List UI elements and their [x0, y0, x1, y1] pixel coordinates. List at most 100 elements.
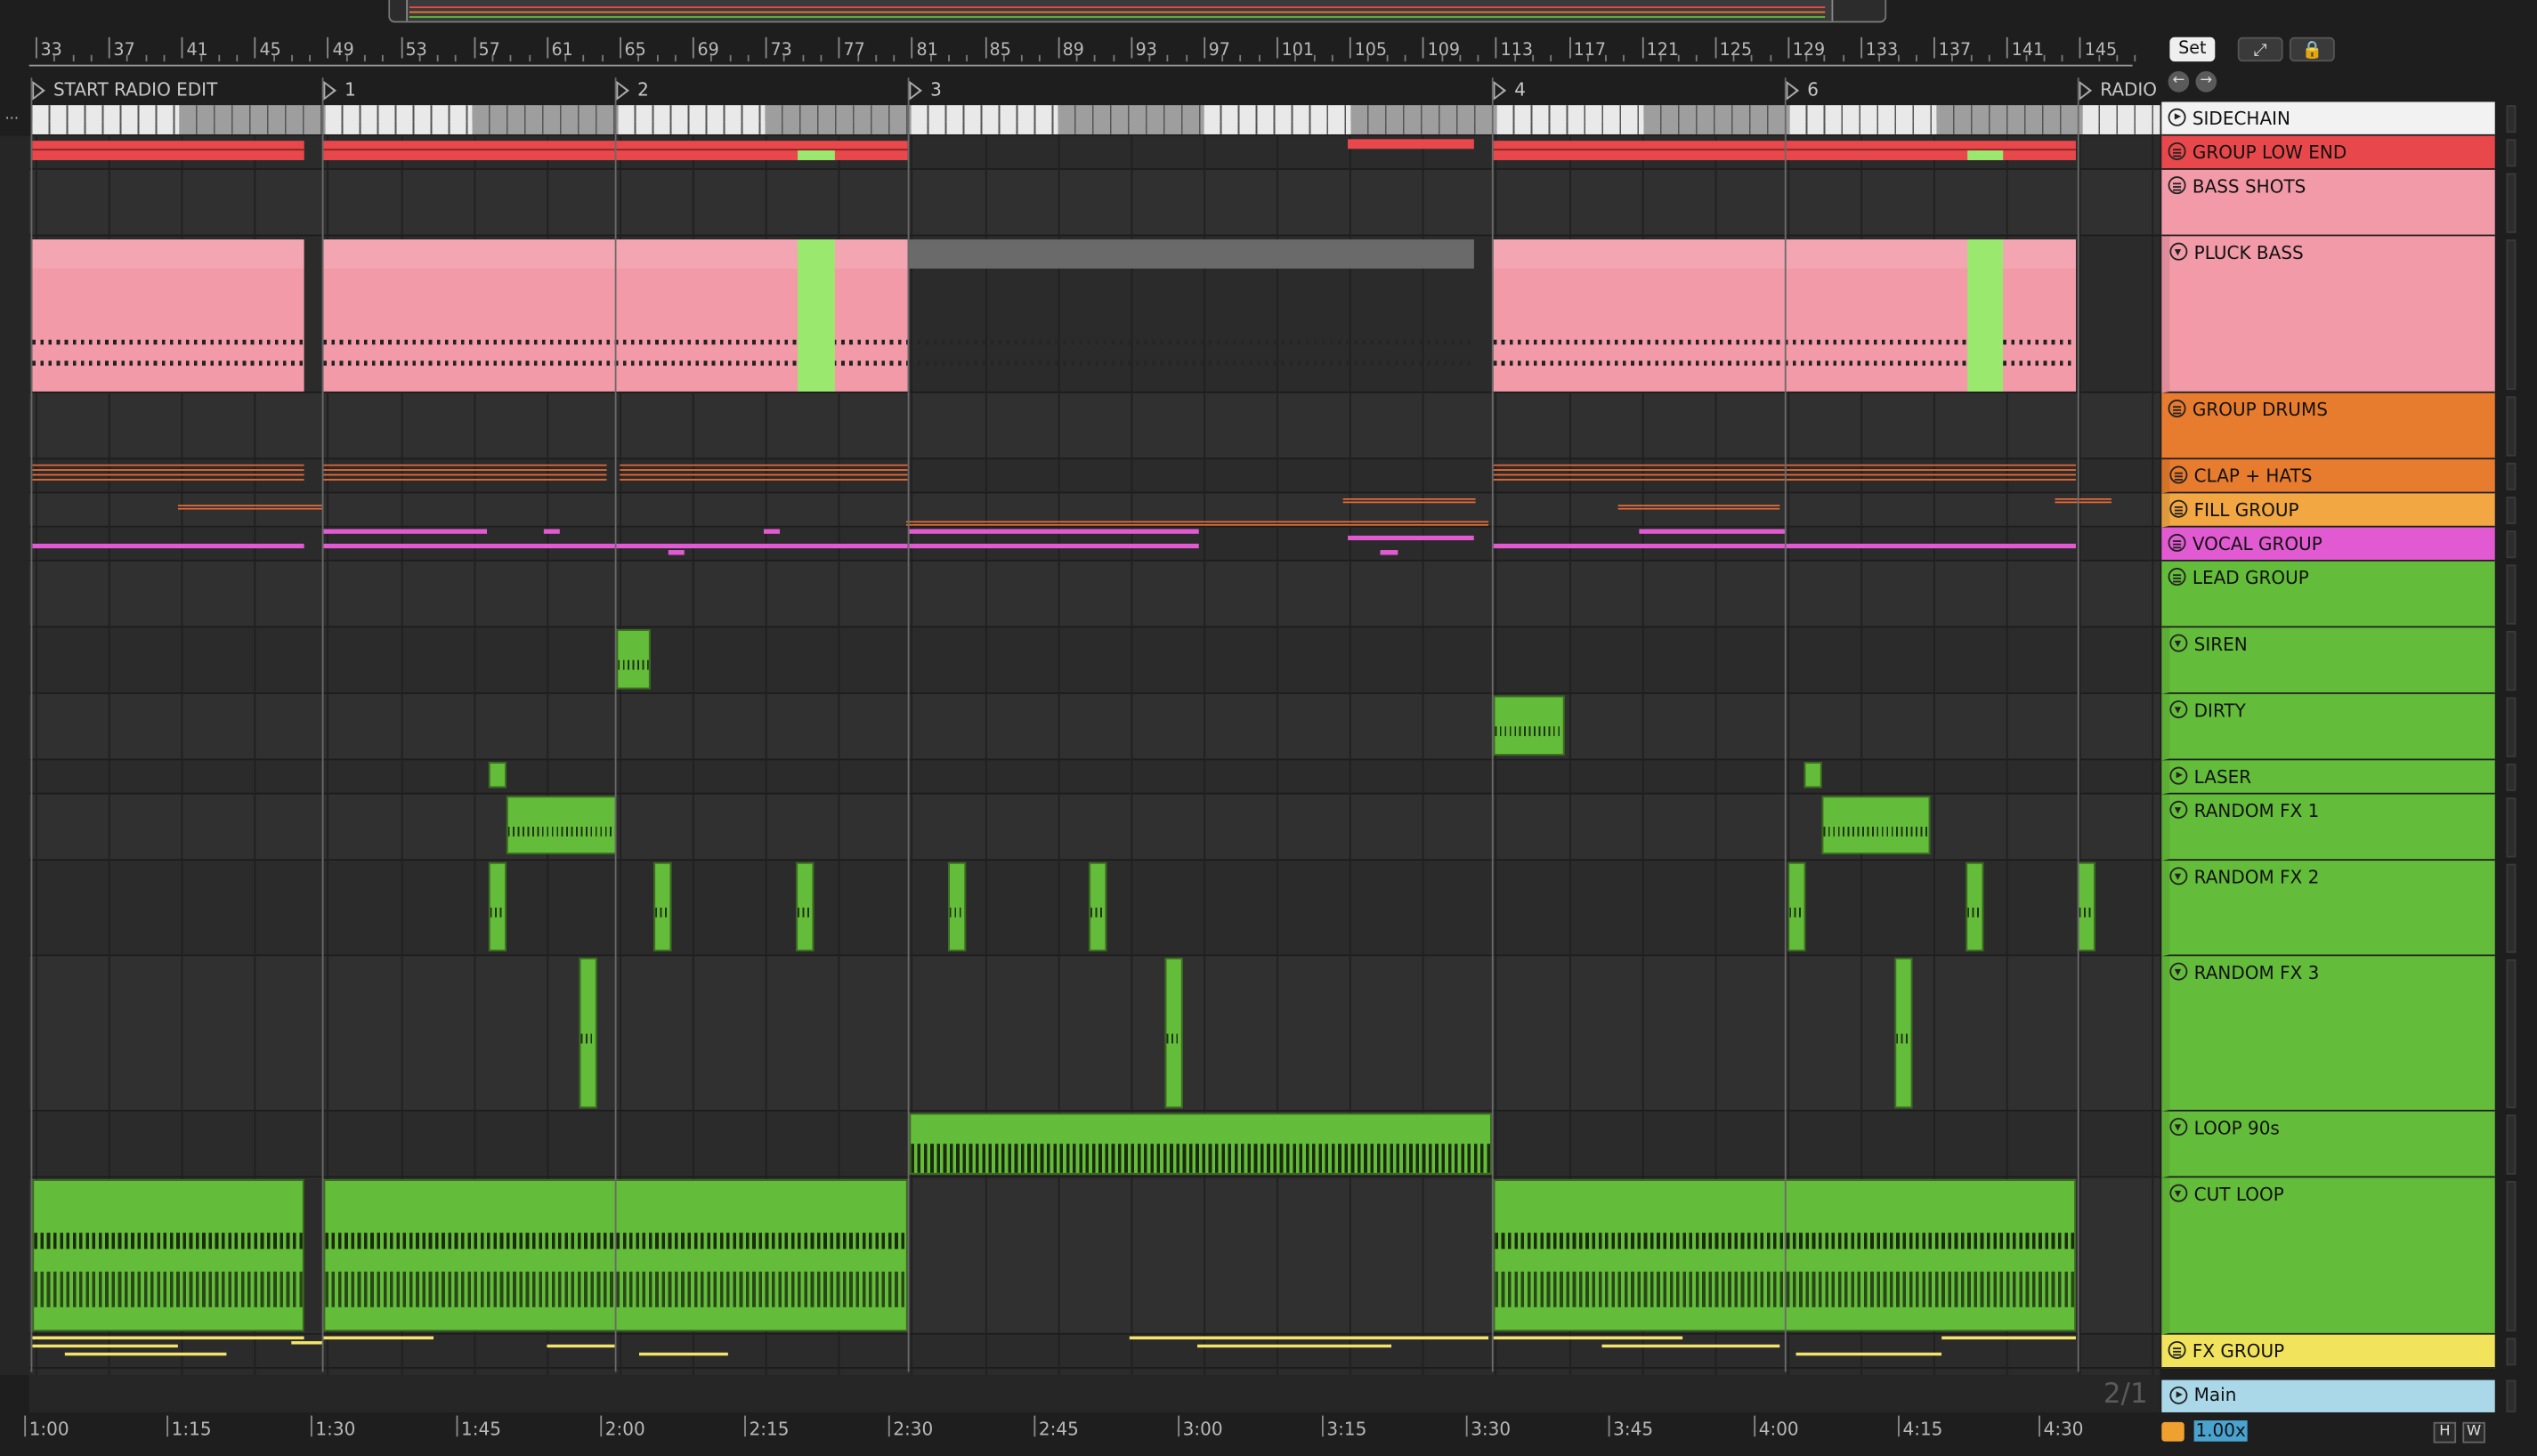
track-lane[interactable]: [28, 561, 2160, 628]
clip[interactable]: [323, 1336, 434, 1340]
next-locator-icon[interactable]: →: [2195, 70, 2217, 93]
fold-icon[interactable]: [2169, 1184, 2188, 1202]
clip[interactable]: [2055, 497, 2111, 504]
track-header[interactable]: CUT LOOP: [2161, 1177, 2495, 1335]
clip[interactable]: [1493, 1336, 1683, 1340]
fold-icon[interactable]: [2169, 1118, 2188, 1136]
clip[interactable]: [32, 1179, 304, 1332]
clip[interactable]: [1795, 1352, 1942, 1356]
group-icon[interactable]: [2168, 568, 2186, 586]
clip[interactable]: [488, 762, 507, 789]
track-header[interactable]: CLAP + HATS: [2161, 459, 2495, 494]
fold-icon[interactable]: [2169, 700, 2188, 719]
clip[interactable]: [1617, 505, 1780, 510]
clip[interactable]: [763, 529, 781, 534]
track-lane[interactable]: [28, 693, 2160, 761]
clip[interactable]: [909, 239, 1474, 269]
scrub-area[interactable]: [29, 105, 2160, 134]
clip[interactable]: [1941, 1336, 2076, 1340]
clip[interactable]: [1821, 796, 1931, 854]
clip[interactable]: [909, 543, 1199, 549]
arrangement-clip-area[interactable]: [28, 135, 2160, 1376]
clip[interactable]: [905, 521, 1489, 526]
clip[interactable]: [668, 550, 685, 555]
clip[interactable]: [798, 150, 835, 160]
clip[interactable]: [547, 1344, 615, 1348]
main-track-header[interactable]: Main: [2161, 1379, 2495, 1412]
clip[interactable]: [909, 1112, 1492, 1175]
arrangement-overview[interactable]: [388, 0, 1887, 23]
clip[interactable]: [543, 529, 560, 534]
clip[interactable]: [1966, 861, 1984, 951]
clip[interactable]: [1129, 1336, 1489, 1340]
play-icon[interactable]: [2169, 1386, 2188, 1404]
track-lane[interactable]: [28, 956, 2160, 1112]
lock-icon[interactable]: 🔒: [2289, 36, 2335, 62]
clip[interactable]: [1967, 239, 2004, 392]
clip[interactable]: [579, 958, 597, 1109]
clip[interactable]: [1787, 861, 1806, 951]
track-header[interactable]: FX GROUP: [2161, 1334, 2495, 1369]
track-header[interactable]: RANDOM FX 2: [2161, 861, 2495, 957]
clip[interactable]: [32, 1344, 178, 1348]
track-header[interactable]: LOOP 90s: [2161, 1111, 2495, 1178]
group-icon[interactable]: [2168, 176, 2186, 195]
clip[interactable]: [323, 464, 607, 484]
clip[interactable]: [1894, 958, 1913, 1109]
clip[interactable]: [798, 239, 835, 392]
track-lane[interactable]: [28, 169, 2160, 237]
track-header[interactable]: FILL GROUP: [2161, 493, 2495, 528]
clip[interactable]: [177, 505, 324, 510]
clip[interactable]: [488, 861, 507, 951]
previous-locator-icon[interactable]: ←: [2168, 70, 2190, 93]
waveform-icon[interactable]: [2161, 1421, 2184, 1442]
group-icon[interactable]: [2168, 1340, 2186, 1359]
clip[interactable]: [796, 861, 815, 951]
clip[interactable]: [1348, 139, 1474, 150]
clip[interactable]: [1639, 529, 1787, 534]
clip[interactable]: [64, 1352, 227, 1356]
track-lane[interactable]: [28, 392, 2160, 460]
track-header[interactable]: GROUP DRUMS: [2161, 392, 2495, 460]
clip-gap[interactable]: [304, 1179, 324, 1332]
track-header[interactable]: PLUCK BASS: [2161, 236, 2495, 393]
clip[interactable]: [1967, 150, 2004, 160]
fold-icon[interactable]: [2169, 800, 2188, 819]
track-header[interactable]: VOCAL GROUP: [2161, 527, 2495, 562]
fold-icon[interactable]: [2169, 962, 2188, 981]
clip[interactable]: [323, 529, 488, 534]
group-icon[interactable]: [2169, 499, 2188, 518]
clip[interactable]: [909, 529, 1199, 534]
clip[interactable]: [291, 1340, 324, 1345]
track-header[interactable]: DIRTY: [2161, 693, 2495, 761]
h-button[interactable]: H: [2433, 1421, 2457, 1444]
clip[interactable]: [32, 464, 304, 484]
loop-brace-bar[interactable]: [28, 61, 2160, 77]
group-icon[interactable]: [2168, 142, 2186, 160]
clip-notes[interactable]: [909, 269, 1474, 392]
clip[interactable]: [1348, 535, 1474, 541]
clip[interactable]: [653, 861, 672, 951]
track-header[interactable]: RANDOM FX 3: [2161, 956, 2495, 1112]
locator-marker[interactable]: 2: [616, 79, 649, 101]
tempo-multiplier[interactable]: 1.00x: [2193, 1420, 2248, 1442]
play-icon[interactable]: [2168, 108, 2186, 126]
clip[interactable]: [1803, 762, 1822, 789]
clip[interactable]: [1493, 695, 1565, 756]
locator-marker[interactable]: 1: [323, 79, 356, 101]
clip[interactable]: [1380, 550, 1398, 555]
track-header[interactable]: RANDOM FX 1: [2161, 794, 2495, 861]
time-ruler[interactable]: 1:00 1:15 1:30 1:45 2:00 2:15 2:30 2:45 3:00 3:15…: [24, 1414, 2160, 1444]
play-icon[interactable]: [2169, 766, 2188, 785]
clip[interactable]: [32, 1336, 304, 1340]
clip[interactable]: [616, 629, 651, 690]
beat-time-ruler[interactable]: 33 37 41 45 49 53 57 61 65 69 73 77 81 85 89 93 97 101 105…: [29, 36, 2160, 62]
track-header[interactable]: SIREN: [2161, 627, 2495, 694]
clip[interactable]: [32, 543, 304, 549]
group-icon[interactable]: [2168, 533, 2186, 552]
clip[interactable]: [2077, 861, 2095, 951]
clip[interactable]: [506, 796, 617, 854]
clip[interactable]: [1342, 497, 1476, 504]
locator-marker[interactable]: RADIO: [2079, 79, 2157, 101]
set-button[interactable]: Set: [2169, 36, 2216, 62]
